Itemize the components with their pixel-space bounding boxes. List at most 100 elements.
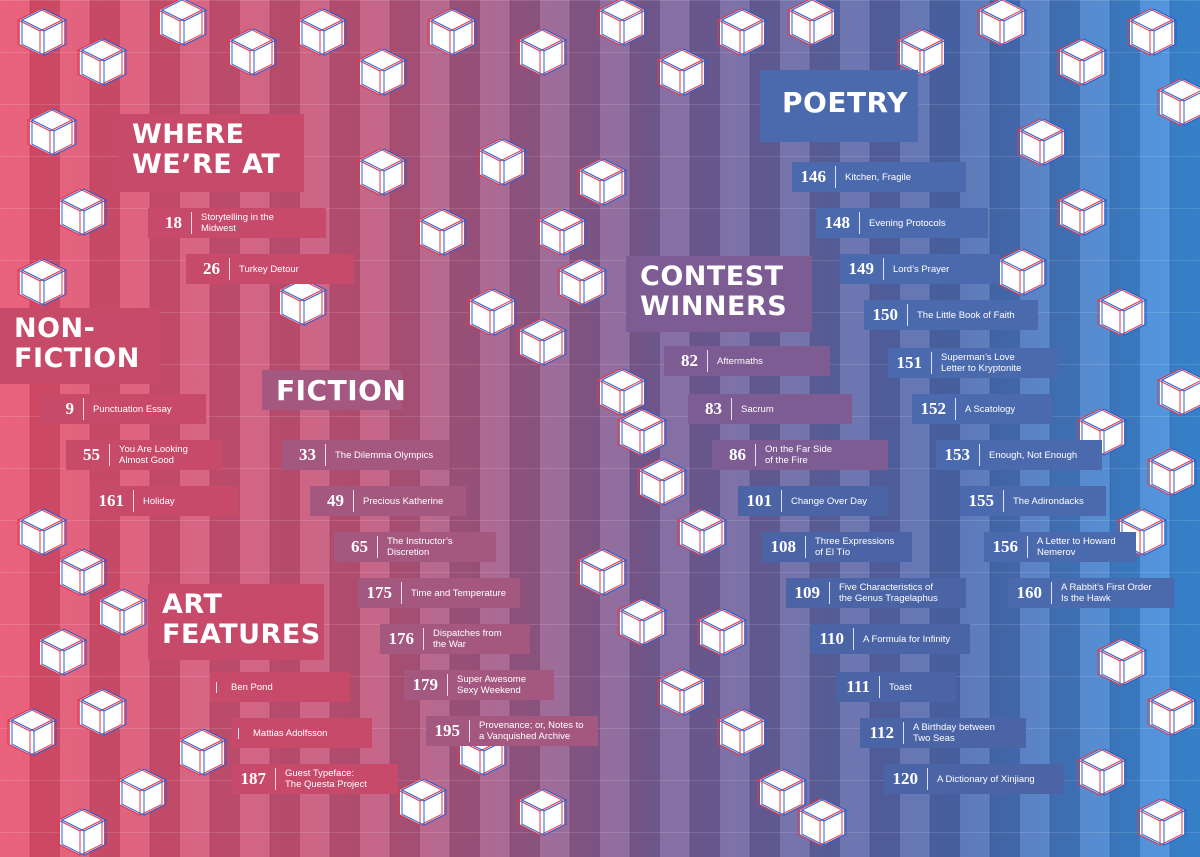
- page-number: 153: [942, 444, 980, 466]
- entry-title: Time and Temperature: [411, 587, 507, 599]
- entry-title: A Birthday between Two Seas: [913, 722, 995, 744]
- toc-entry[interactable]: 153 Enough, Not Enough: [936, 440, 1102, 470]
- page-number: 101: [744, 490, 782, 512]
- page-number: 33: [288, 444, 326, 466]
- toc-entry[interactable]: 176 Dispatches from the War: [380, 624, 530, 654]
- entry-title: Provenance; or, Notes to a Vanquished Arc…: [479, 720, 584, 742]
- page-number: 82: [670, 350, 708, 372]
- entry-title: Aftermaths: [717, 355, 763, 367]
- toc-entry[interactable]: Mattias Adolfsson: [232, 718, 372, 748]
- toc-entry[interactable]: 26 Turkey Detour: [186, 254, 354, 284]
- entry-title: A Formula for Infinity: [863, 633, 951, 645]
- page-number: 65: [340, 536, 378, 558]
- toc-entry[interactable]: 9 Punctuation Essay: [40, 394, 206, 424]
- entry-title: Holiday: [143, 495, 175, 507]
- page-number: 175: [364, 582, 402, 604]
- toc-entry[interactable]: 65 The Instructor’s Discretion: [334, 532, 496, 562]
- entry-title: Dispatches from the War: [433, 628, 502, 650]
- page-number: 86: [718, 444, 756, 466]
- page-number: 156: [990, 536, 1028, 558]
- section-header-poetry: POETRY: [760, 70, 918, 142]
- header-line: POETRY: [782, 86, 908, 119]
- toc-entry[interactable]: 161 Holiday: [90, 486, 238, 516]
- page-number: 109: [792, 582, 830, 604]
- toc-entry[interactable]: 156 A Letter to Howard Nemerov: [984, 532, 1136, 562]
- toc-entry[interactable]: 155 The Adirondacks: [960, 486, 1106, 516]
- section-header-where-were-at: WHERE WE’RE AT: [118, 114, 304, 192]
- entry-title: Enough, Not Enough: [989, 449, 1078, 461]
- header-line: FEATURES: [162, 619, 321, 650]
- toc-entry[interactable]: 83 Sacrum: [688, 394, 852, 424]
- toc-entry[interactable]: 109 Five Characteristics of the Genus Tra…: [786, 578, 966, 608]
- toc-entry[interactable]: 101 Change Over Day: [738, 486, 888, 516]
- toc-entry[interactable]: 108 Three Expressions of El Tío: [762, 532, 912, 562]
- page-number: 161: [96, 490, 134, 512]
- toc-entry[interactable]: 175 Time and Temperature: [358, 578, 520, 608]
- entry-title: The Dilemma Olympics: [335, 449, 434, 461]
- toc-entry[interactable]: 148 Evening Protocols: [816, 208, 988, 238]
- entry-title: Storytelling in the Midwest: [201, 212, 274, 234]
- entry-title: Super Awesome Sexy Weekend: [457, 674, 527, 696]
- entry-title: Three Expressions of El Tío: [815, 536, 895, 558]
- entry-title: A Letter to Howard Nemerov: [1037, 536, 1116, 558]
- toc-entry[interactable]: 112 A Birthday between Two Seas: [860, 718, 1026, 748]
- entry-title: Turkey Detour: [239, 263, 299, 275]
- header-line: FICTION: [14, 343, 140, 374]
- entry-title: The Adirondacks: [1013, 495, 1084, 507]
- entry-title: Lord’s Prayer: [893, 263, 950, 275]
- toc-entry[interactable]: 18 Storytelling in the Midwest: [148, 208, 326, 238]
- page-number: 112: [866, 722, 904, 744]
- toc-entry[interactable]: 150 The Little Book of Faith: [864, 300, 1038, 330]
- toc-entry[interactable]: 195 Provenance; or, Notes to a Vanquished…: [426, 716, 598, 746]
- page-number: 9: [46, 398, 84, 420]
- page-number: 150: [870, 304, 908, 326]
- page-number: 179: [410, 674, 448, 696]
- header-line: NON-: [14, 313, 96, 344]
- header-line: CONTEST: [640, 261, 784, 292]
- toc-entry[interactable]: 49 Precious Katherine: [310, 486, 466, 516]
- page-number: 176: [386, 628, 424, 650]
- page-number: 26: [192, 258, 230, 280]
- page-number: 152: [918, 398, 956, 420]
- toc-entry[interactable]: 187 Guest Typeface: The Questa Project: [232, 764, 398, 794]
- section-header-contest-winners: CONTEST WINNERS: [626, 256, 812, 332]
- page-number: 49: [316, 490, 354, 512]
- toc-entry[interactable]: 120 A Dictionary of Xinjiang: [884, 764, 1064, 794]
- toc-entry[interactable]: 110 A Formula for Infinity: [810, 624, 970, 654]
- page-number: 155: [966, 490, 1004, 512]
- section-header-fiction: FICTION: [262, 370, 406, 410]
- toc-entry[interactable]: 146 Kitchen, Fragile: [792, 162, 966, 192]
- page-number: 160: [1014, 582, 1052, 604]
- toc-entry[interactable]: 149 Lord’s Prayer: [840, 254, 1000, 284]
- toc-entry[interactable]: 86 On the Far Side of the Fire: [712, 440, 888, 470]
- entry-title: Kitchen, Fragile: [845, 171, 912, 183]
- page-number: 149: [846, 258, 884, 280]
- entry-title: Superman’s Love Letter to Kryptonite: [941, 352, 1022, 374]
- entry-title: Sacrum: [741, 403, 774, 415]
- toc-entry[interactable]: 82 Aftermaths: [664, 346, 830, 376]
- page-number: 120: [890, 768, 928, 790]
- page-number: 187: [238, 768, 276, 790]
- entry-title: Ben Pond: [216, 681, 273, 693]
- toc-entry[interactable]: Ben Pond: [210, 672, 350, 702]
- toc-entry[interactable]: 152 A Scatology: [912, 394, 1052, 424]
- toc-entry[interactable]: 55 You Are Looking Almost Good: [66, 440, 222, 470]
- header-line: WINNERS: [640, 291, 788, 322]
- entry-title: Guest Typeface: The Questa Project: [285, 768, 367, 790]
- header-line: WHERE: [132, 119, 245, 150]
- toc-entry[interactable]: 33 The Dilemma Olympics: [282, 440, 450, 470]
- toc-entry[interactable]: 151 Superman’s Love Letter to Kryptonite: [888, 348, 1058, 378]
- entry-title: A Dictionary of Xinjiang: [937, 773, 1035, 785]
- entry-title: On the Far Side of the Fire: [765, 444, 833, 466]
- entry-title: The Instructor’s Discretion: [387, 536, 453, 558]
- page-number: 18: [154, 212, 192, 234]
- toc-entry[interactable]: 111 Toast: [836, 672, 956, 702]
- entry-title: Mattias Adolfsson: [238, 727, 327, 739]
- page-number: 148: [822, 212, 860, 234]
- toc-entry[interactable]: 160 A Rabbit’s First Order Is the Hawk: [1008, 578, 1174, 608]
- section-header-nonfiction: NON- FICTION: [0, 308, 160, 384]
- entry-title: A Rabbit’s First Order Is the Hawk: [1061, 582, 1152, 604]
- page-number: 111: [842, 676, 880, 698]
- toc-entry[interactable]: 179 Super Awesome Sexy Weekend: [404, 670, 554, 700]
- entry-title: The Little Book of Faith: [917, 309, 1015, 321]
